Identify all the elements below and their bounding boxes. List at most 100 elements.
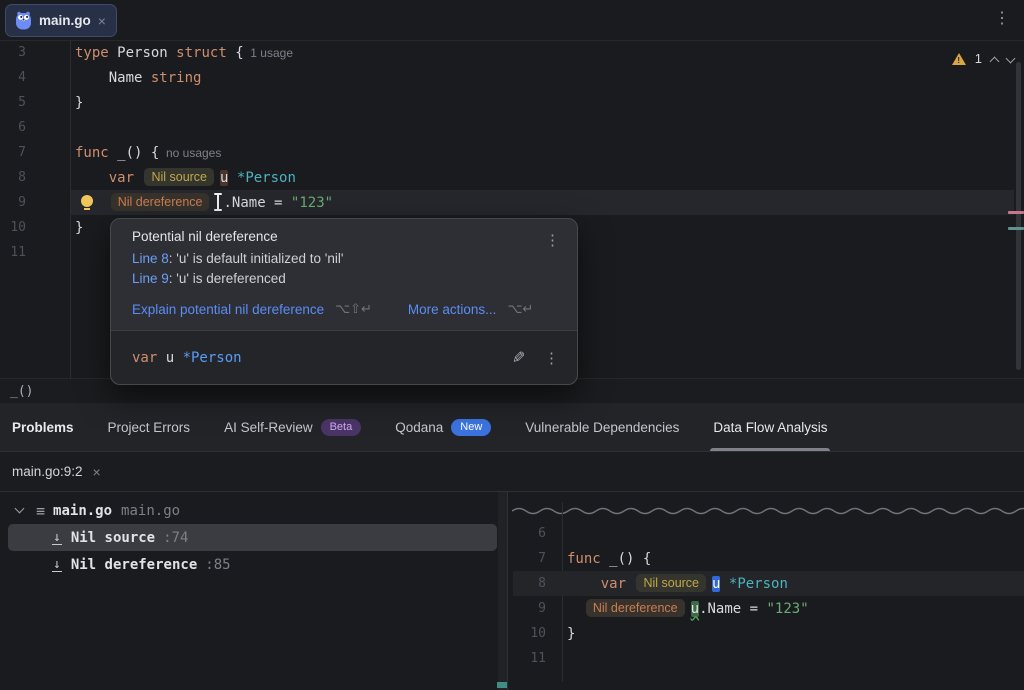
line-number: 10 (508, 626, 546, 641)
editor-tab-main-go[interactable]: main.go × (5, 4, 117, 37)
error-stripe-mark-pink[interactable] (1008, 211, 1024, 214)
popup-code-preview: var u *Person ✎ ⋮ (111, 330, 577, 384)
line-number: 8 (508, 576, 546, 591)
tab-close-icon[interactable]: × (98, 14, 106, 28)
edit-pencil-icon[interactable]: ✎ (512, 348, 525, 368)
inlay-hint-chip[interactable]: Nil dereference (586, 599, 685, 617)
tab-project-errors[interactable]: Project Errors (108, 403, 191, 451)
tree-item-location: :85 (205, 557, 230, 573)
popup-code-line[interactable]: var u *Person (132, 350, 242, 366)
code-token: *Person (183, 350, 242, 366)
line-number: 7 (508, 551, 546, 566)
tab-qodana[interactable]: QodanaNew (395, 403, 491, 451)
code-token: Name (75, 70, 151, 86)
editor-tab-bar: main.go × ⋮ (0, 0, 1024, 41)
code-token: { (235, 45, 243, 61)
code-line[interactable]: 3type Person struct { 1 usage (0, 40, 1024, 65)
next-problem-icon[interactable] (1006, 53, 1016, 63)
code-token: } (75, 220, 83, 236)
preview-code-line[interactable]: 9 Nil dereferenceu.Name = "123" (508, 596, 1024, 621)
chevron-down-icon[interactable] (15, 504, 25, 514)
tab-data-flow-analysis[interactable]: Data Flow Analysis (713, 403, 827, 451)
tab-label: Data Flow Analysis (713, 420, 827, 435)
window-kebab-icon[interactable]: ⋮ (994, 11, 1010, 27)
tree-root-file: main.go (121, 503, 180, 519)
tree-root-row[interactable]: ≡ main.go main.go (0, 497, 507, 524)
code-token: u (691, 601, 699, 617)
editor-scrollbar[interactable] (1016, 62, 1021, 370)
code-token: .Name = (223, 195, 290, 211)
inlay-hint-chip[interactable]: Nil dereference (111, 193, 210, 211)
line-number: 11 (508, 651, 546, 666)
line-8-link[interactable]: Line 8 (132, 251, 169, 266)
result-tab-title[interactable]: main.go:9:2 (12, 464, 83, 479)
result-tab-close-icon[interactable]: × (93, 465, 101, 479)
inlay-hint-chip[interactable]: Nil source (144, 168, 214, 186)
line-number[interactable]: 10 (0, 220, 26, 235)
tree-item-nil-dereference[interactable]: ↓ Nil dereference :85 (0, 551, 507, 578)
tab-vulnerable-dependencies[interactable]: Vulnerable Dependencies (525, 403, 679, 451)
code-token: _() { (117, 145, 159, 161)
code-token: func (567, 551, 609, 567)
line-number[interactable]: 9 (0, 195, 26, 210)
tab-problems[interactable]: Problems (12, 403, 74, 451)
code-token: no usages (159, 146, 221, 160)
error-stripe-mark-teal[interactable] (1008, 227, 1024, 230)
line-9-link[interactable]: Line 9 (132, 271, 169, 286)
line-number[interactable]: 5 (0, 95, 26, 110)
line-number: 6 (508, 526, 546, 541)
code-token: type (75, 45, 117, 61)
code-token (228, 170, 236, 186)
tree-item-nil-source[interactable]: ↓ Nil source :74 (0, 524, 507, 551)
popup-title: Potential nil dereference (132, 229, 563, 244)
preview-code-line-highlighted[interactable]: 8 var Nil sourceu *Person (508, 571, 1024, 596)
explain-link[interactable]: Explain potential nil dereference (132, 302, 324, 317)
preview-code-line[interactable]: 7func _() { (508, 546, 1024, 571)
result-tab-bar: main.go:9:2 × (0, 452, 1024, 492)
code-line[interactable]: 4 Name string (0, 65, 1024, 90)
inspection-popup: Potential nil dereference Line 8: 'u' is… (110, 218, 578, 385)
code-line[interactable]: 6 (0, 115, 1024, 140)
inspections-widget[interactable]: 1 (952, 51, 1014, 66)
code-line[interactable]: 7 func _() { no usages (0, 140, 1024, 165)
ide-window: main.go × ⋮ 1 3type Person struct { 1 us… (0, 0, 1024, 690)
preview-code-line[interactable]: 10} (508, 621, 1024, 646)
more-actions-link[interactable]: More actions... (408, 302, 497, 317)
tree-item-label: Nil dereference (71, 557, 197, 573)
code-line-current[interactable]: 9 Nil dereference.Name = "123" (0, 190, 1024, 215)
line-number[interactable]: 3 (0, 45, 26, 60)
line-number[interactable]: 7 (0, 145, 26, 160)
code-token: var (109, 170, 143, 186)
tree-scrollbar[interactable] (498, 492, 507, 690)
line-number[interactable]: 6 (0, 120, 26, 135)
preview-code-line[interactable]: 11 (508, 646, 1024, 671)
line-number[interactable]: 11 (0, 245, 26, 260)
code-token: var (132, 350, 166, 366)
code-token (567, 576, 601, 592)
tab-label: AI Self-Review (224, 420, 313, 435)
code-line[interactable]: 5} (0, 90, 1024, 115)
popup-kebab-icon[interactable]: ⋮ (545, 231, 560, 249)
inlay-hint-chip[interactable]: Nil source (636, 574, 706, 592)
trace-text: : 'u' is default initialized to 'nil' (169, 251, 344, 266)
popup-code-kebab-icon[interactable]: ⋮ (544, 349, 559, 367)
warning-icon (952, 53, 966, 65)
code-token: Person (117, 45, 176, 61)
explain-shortcut: ⌥⇧↵ (335, 301, 372, 317)
code-token: string (151, 70, 202, 86)
code-line[interactable]: 8 var Nil sourceu *Person (0, 165, 1024, 190)
tab-label: Project Errors (108, 420, 191, 435)
preview-code-line[interactable]: 6 (508, 521, 1024, 546)
code-token: func (75, 145, 117, 161)
line-number[interactable]: 4 (0, 70, 26, 85)
code-token: u (166, 350, 183, 366)
file-structure-icon: ≡ (36, 502, 45, 520)
tab-ai-self-review[interactable]: AI Self-ReviewBeta (224, 403, 361, 451)
code-token (567, 601, 584, 617)
editor-tab-title: main.go (39, 13, 91, 28)
warning-count: 1 (975, 51, 982, 66)
line-number[interactable]: 8 (0, 170, 26, 185)
breadcrumb-item[interactable]: _() (10, 384, 33, 399)
previous-problem-icon[interactable] (990, 56, 1000, 66)
tool-window-tab-bar: Problems Project Errors AI Self-ReviewBe… (0, 403, 1024, 452)
